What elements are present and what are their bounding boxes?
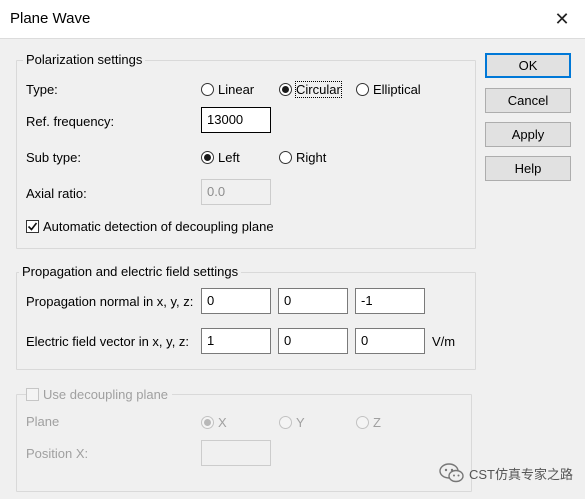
radio-plane-x[interactable]: X xyxy=(201,415,227,430)
subtype-label: Sub type: xyxy=(26,150,81,165)
title-bar: Plane Wave ✕ xyxy=(0,0,585,39)
radio-linear-label: Linear xyxy=(218,82,255,97)
radio-plane-x-dot xyxy=(201,416,214,429)
ok-button[interactable]: OK xyxy=(485,53,571,78)
use-decoupling-label: Use decoupling plane xyxy=(43,387,169,402)
propagation-group-title: Propagation and electric field settings xyxy=(19,264,242,279)
position-x-input xyxy=(201,440,271,466)
ref-frequency-input[interactable]: 13000 xyxy=(201,107,271,133)
axial-ratio-label: Axial ratio: xyxy=(26,186,87,201)
radio-right-label: Right xyxy=(296,150,327,165)
use-decoupling-checkbox[interactable]: Use decoupling plane xyxy=(26,387,173,402)
radio-left-dot xyxy=(201,151,214,164)
radio-plane-y-dot xyxy=(279,416,292,429)
apply-button[interactable]: Apply xyxy=(485,122,571,147)
watermark: CST仿真专家之路 xyxy=(439,463,573,483)
cancel-button[interactable]: Cancel xyxy=(485,88,571,113)
radio-linear-dot xyxy=(201,83,214,96)
radio-circular-label: Circular xyxy=(295,81,342,98)
auto-detect-label: Automatic detection of decoupling plane xyxy=(43,219,274,234)
help-button[interactable]: Help xyxy=(485,156,571,181)
radio-plane-x-label: X xyxy=(218,415,227,430)
efield-label: Electric field vector in x, y, z: xyxy=(26,334,190,349)
propagation-group xyxy=(16,272,476,370)
efield-z-input[interactable]: 0 xyxy=(355,328,425,354)
radio-right[interactable]: Right xyxy=(279,150,326,165)
radio-plane-z-label: Z xyxy=(373,415,381,430)
auto-detect-checkbox[interactable]: Automatic detection of decoupling plane xyxy=(26,219,274,234)
radio-circular[interactable]: Circular xyxy=(279,81,342,98)
radio-right-dot xyxy=(279,151,292,164)
close-button[interactable]: ✕ xyxy=(539,0,585,38)
position-x-label: Position X: xyxy=(26,446,89,461)
radio-elliptical-dot xyxy=(356,83,369,96)
radio-circular-dot xyxy=(279,83,292,96)
propagation-normal-x-input[interactable]: 0 xyxy=(201,288,271,314)
propagation-normal-label: Propagation normal in x, y, z: xyxy=(26,294,194,309)
axial-ratio-input: 0.0 xyxy=(201,179,271,205)
radio-elliptical-label: Elliptical xyxy=(373,82,421,97)
checkmark-icon xyxy=(27,222,38,231)
plane-label: Plane xyxy=(26,414,60,429)
efield-x-input[interactable]: 1 xyxy=(201,328,271,354)
radio-plane-z[interactable]: Z xyxy=(356,415,381,430)
close-icon: ✕ xyxy=(554,8,570,29)
radio-plane-y-label: Y xyxy=(296,415,305,430)
propagation-normal-z-input[interactable]: -1 xyxy=(355,288,425,314)
radio-elliptical[interactable]: Elliptical xyxy=(356,82,421,97)
polarization-group-title: Polarization settings xyxy=(23,52,146,67)
radio-left[interactable]: Left xyxy=(201,150,240,165)
propagation-normal-y-input[interactable]: 0 xyxy=(278,288,348,314)
wechat-icon xyxy=(439,463,464,483)
ref-frequency-label: Ref. frequency: xyxy=(26,114,115,129)
auto-detect-checkbox-box xyxy=(26,220,39,233)
radio-plane-y[interactable]: Y xyxy=(279,415,305,430)
efield-y-input[interactable]: 0 xyxy=(278,328,348,354)
use-decoupling-checkbox-box xyxy=(26,388,39,401)
radio-plane-z-dot xyxy=(356,416,369,429)
efield-unit-label: V/m xyxy=(432,334,456,349)
window-title: Plane Wave xyxy=(10,10,91,27)
radio-linear[interactable]: Linear xyxy=(201,82,254,97)
watermark-text: CST仿真专家之路 xyxy=(468,466,573,482)
type-label: Type: xyxy=(26,82,58,97)
radio-left-label: Left xyxy=(218,150,240,165)
